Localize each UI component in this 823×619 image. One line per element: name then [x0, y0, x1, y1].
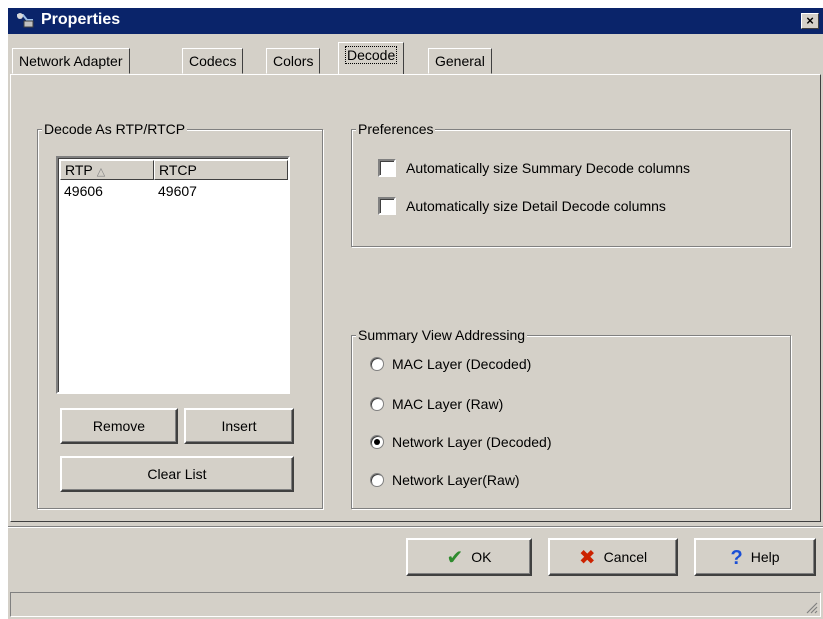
tab-network-adapter[interactable]: Network Adapter [12, 48, 130, 74]
column-header-label: RTCP [159, 162, 197, 178]
tab-label: Network Adapter [19, 53, 123, 69]
addressing-group-title: Summary View Addressing [356, 326, 528, 344]
radio-label: MAC Layer (Raw) [392, 396, 504, 412]
checkbox-label: Automatically size Detail Decode columns [406, 198, 666, 214]
close-button[interactable]: × [801, 13, 819, 29]
rtp-port-list[interactable]: RTP △ RTCP 49606 49607 [56, 156, 290, 394]
title-bar[interactable]: Properties × [8, 8, 823, 34]
dialog-title: Properties [41, 11, 121, 28]
help-button[interactable]: ? Help [694, 538, 816, 576]
check-icon: ✔ [446, 547, 464, 570]
remove-button[interactable]: Remove [60, 408, 178, 444]
tab-label: Colors [273, 53, 314, 69]
radio-label: Network Layer (Decoded) [392, 434, 552, 450]
auto-size-summary-checkbox[interactable] [378, 159, 396, 177]
column-header-rtp[interactable]: RTP △ [60, 160, 154, 180]
cancel-label: Cancel [603, 549, 648, 565]
radio-button[interactable] [370, 473, 384, 487]
tab-colors[interactable]: Colors [266, 48, 321, 74]
column-header-rtcp[interactable]: RTCP [154, 160, 288, 180]
help-label: Help [750, 549, 780, 565]
tab-label: General [435, 53, 485, 69]
properties-dialog: Properties × Network Adapter Codecs Colo… [8, 8, 823, 619]
clear-list-button[interactable]: Clear List [60, 456, 294, 492]
decode-as-group: Decode As RTP/RTCP RTP △ RTCP 49606 49607… [37, 120, 323, 509]
checkbox-label: Automatically size Summary Decode column… [406, 160, 690, 176]
auto-size-detail-checkbox[interactable] [378, 197, 396, 215]
preferences-group: Preferences Automatically size Summary D… [351, 120, 791, 247]
list-item[interactable]: 49606 49607 [60, 182, 288, 202]
cancel-button[interactable]: ✖ Cancel [548, 538, 678, 576]
question-icon: ? [730, 547, 743, 570]
radio-label: MAC Layer (Decoded) [392, 356, 532, 372]
decode-as-group-title: Decode As RTP/RTCP [42, 120, 188, 138]
list-header: RTP △ RTCP [60, 160, 288, 180]
summary-view-addressing-group: Summary View Addressing MAC Layer (Decod… [351, 326, 791, 509]
insert-button[interactable]: Insert [184, 408, 294, 444]
tab-codecs[interactable]: Codecs [182, 48, 244, 74]
ok-button[interactable]: ✔ OK [406, 538, 532, 576]
preferences-group-title: Preferences [356, 120, 436, 138]
separator [8, 526, 823, 528]
radio-button-selected[interactable] [370, 435, 384, 449]
radio-button[interactable] [370, 357, 384, 371]
column-header-label: RTP [65, 162, 93, 178]
resize-grip-icon[interactable] [806, 602, 818, 614]
status-bar [10, 592, 821, 617]
network-app-icon [14, 11, 36, 31]
tab-label: Decode [345, 46, 398, 64]
rtcp-cell: 49607 [158, 183, 197, 199]
ok-label: OK [471, 549, 492, 565]
tab-decode[interactable]: Decode [338, 42, 405, 74]
rtp-cell: 49606 [64, 183, 103, 199]
radio-label: Network Layer(Raw) [392, 472, 520, 488]
tab-label: Codecs [189, 53, 237, 69]
radio-button[interactable] [370, 397, 384, 411]
decode-tab-panel: Decode As RTP/RTCP RTP △ RTCP 49606 49607… [10, 74, 821, 522]
sort-ascending-icon: △ [96, 166, 106, 178]
x-icon: ✖ [578, 547, 596, 570]
tab-general[interactable]: General [428, 48, 492, 74]
